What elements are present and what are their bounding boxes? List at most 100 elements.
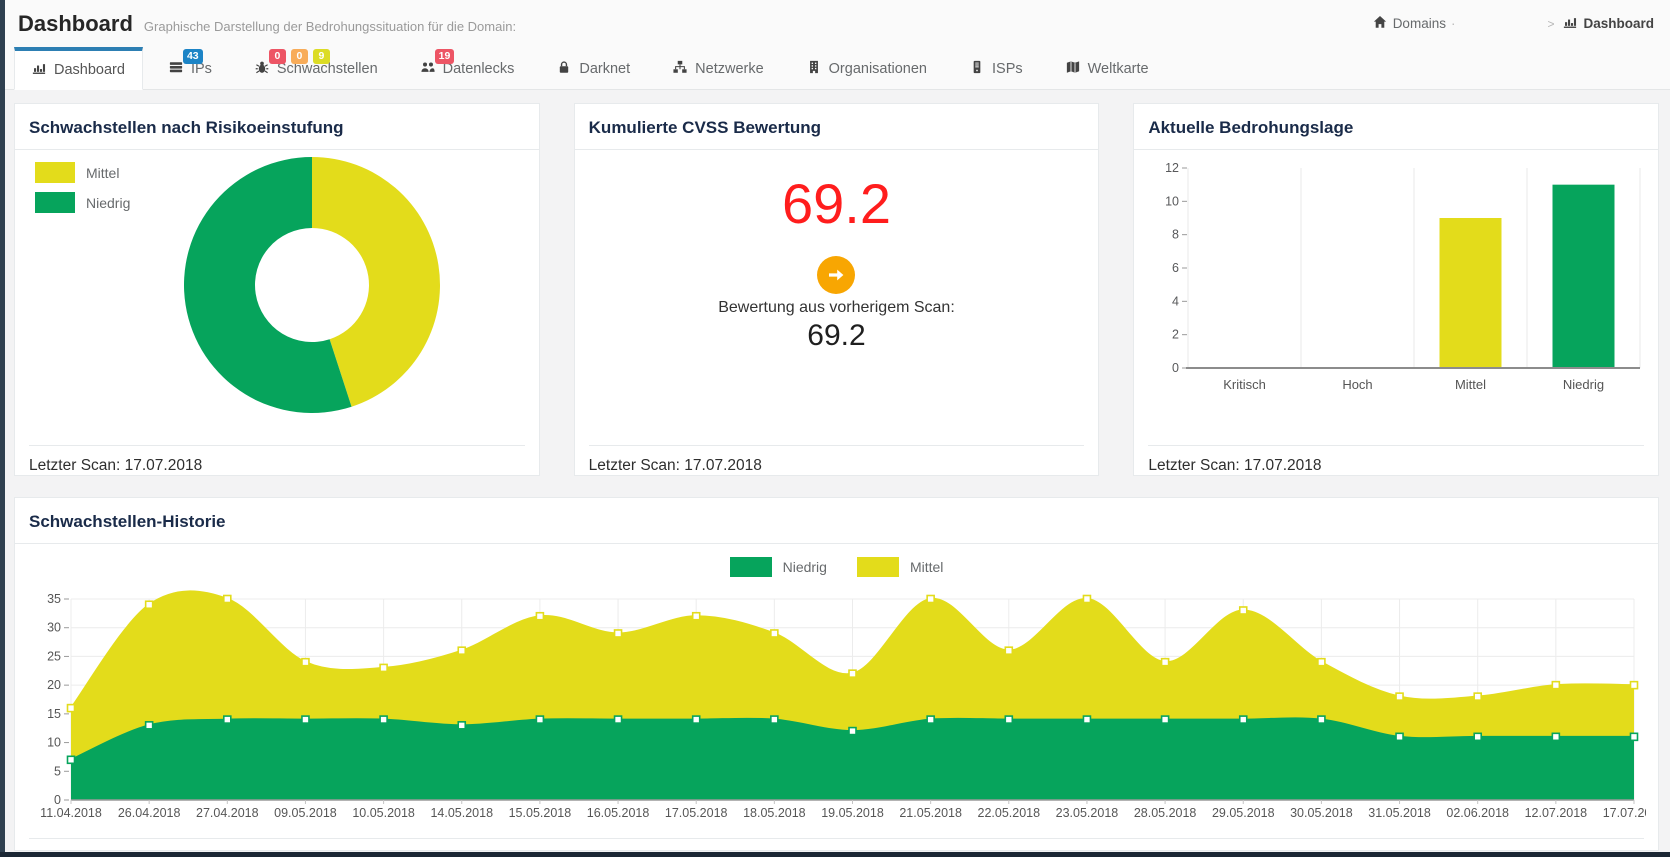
svg-text:26.04.2018: 26.04.2018 (118, 806, 181, 820)
tab-organisationen[interactable]: Organisationen (790, 47, 944, 89)
legend-item-niedrig[interactable]: Niedrig (35, 192, 130, 213)
bar-chart-icon (1563, 15, 1577, 32)
tab-label: Weltkarte (1088, 61, 1149, 77)
svg-text:8: 8 (1172, 228, 1179, 242)
svg-text:10: 10 (1165, 194, 1179, 208)
tab-schwachstellen[interactable]: Schwachstellen009 (238, 47, 395, 89)
breadcrumb-divider-dot: · (1451, 16, 1456, 31)
svg-text:Niedrig: Niedrig (1563, 377, 1604, 392)
history-card-title: Schwachstellen-Historie (29, 512, 226, 531)
content-area: Schwachstellen nach Risikoeinstufung Mit… (5, 90, 1670, 852)
legend-swatch (35, 192, 75, 213)
cvss-card: Kumulierte CVSS Bewertung 69.2 Bewertung… (574, 103, 1100, 476)
threat-card: Aktuelle Bedrohungslage 024681012Kritisc… (1133, 103, 1659, 476)
cvss-card-title: Kumulierte CVSS Bewertung (589, 118, 821, 137)
risk-card-footer: Letzter Scan: 17.07.2018 (29, 445, 525, 475)
svg-text:16.05.2018: 16.05.2018 (587, 806, 650, 820)
svg-text:6: 6 (1172, 261, 1179, 275)
tab-badge: 43 (183, 49, 203, 64)
svg-text:17.05.2018: 17.05.2018 (665, 806, 728, 820)
svg-text:15: 15 (47, 707, 61, 721)
svg-text:30: 30 (47, 621, 61, 635)
tab-label: Netzwerke (695, 61, 764, 77)
threat-bar-chart: 024681012KritischHochMittelNiedrig (1148, 158, 1645, 406)
svg-text:0: 0 (1172, 361, 1179, 375)
building-icon (807, 60, 821, 78)
svg-text:17.07.2018: 17.07.2018 (1603, 806, 1646, 820)
page-title: Dashboard (18, 11, 133, 37)
legend-item-mittel[interactable]: Mittel (857, 557, 943, 577)
tab-darknet[interactable]: Darknet (540, 47, 647, 89)
threat-card-title: Aktuelle Bedrohungslage (1148, 118, 1353, 137)
tab-label: ISPs (992, 61, 1023, 77)
legend-label: Niedrig (86, 195, 130, 211)
bug-icon (255, 60, 269, 78)
last-scan-label: Letzter Scan: 17.07.2018 (29, 457, 202, 474)
tab-bar: DashboardIPs43Schwachstellen009Datenleck… (5, 47, 1670, 90)
svg-text:12: 12 (1165, 161, 1179, 175)
sitemap-icon (673, 60, 687, 78)
svg-text:10: 10 (47, 736, 61, 750)
threat-card-header: Aktuelle Bedrohungslage (1134, 104, 1658, 150)
svg-text:35: 35 (47, 592, 61, 606)
history-area-chart: 0510152025303511.04.201826.04.201827.04.… (27, 579, 1646, 829)
tab-badges: 009 (269, 49, 330, 64)
svg-text:21.05.2018: 21.05.2018 (899, 806, 962, 820)
risk-card-body: Mittel Niedrig (15, 150, 539, 445)
tab-netzwerke[interactable]: Netzwerke (656, 47, 781, 89)
svg-text:11.04.2018: 11.04.2018 (40, 806, 102, 820)
svg-text:4: 4 (1172, 294, 1179, 308)
history-card-footer (29, 838, 1644, 850)
map-icon (1066, 60, 1080, 78)
bottom-cards-row: Schwachstellen-Historie NiedrigMittel 05… (14, 497, 1659, 851)
svg-text:Mittel: Mittel (1455, 377, 1486, 392)
tab-badge: 0 (291, 49, 308, 64)
svg-text:09.05.2018: 09.05.2018 (274, 806, 337, 820)
svg-text:29.05.2018: 29.05.2018 (1212, 806, 1275, 820)
cvss-card-footer: Letzter Scan: 17.07.2018 (589, 445, 1085, 475)
history-legend: Niedrig Mittel (15, 557, 1658, 577)
history-card: Schwachstellen-Historie NiedrigMittel 05… (14, 497, 1659, 851)
history-card-header: Schwachstellen-Historie (15, 498, 1658, 544)
breadcrumb-dashboard[interactable]: Dashboard (1563, 15, 1654, 32)
svg-text:19.05.2018: 19.05.2018 (821, 806, 884, 820)
list-icon (169, 60, 183, 78)
tab-badges: 43 (183, 49, 203, 64)
cvss-card-body: 69.2 Bewertung aus vorherigem Scan: 69.2 (575, 150, 1099, 445)
svg-text:22.05.2018: 22.05.2018 (978, 806, 1041, 820)
cvss-previous-score: 69.2 (807, 319, 865, 353)
cvss-card-header: Kumulierte CVSS Bewertung (575, 104, 1099, 150)
tab-label: Organisationen (829, 61, 927, 77)
svg-text:02.06.2018: 02.06.2018 (1446, 806, 1509, 820)
svg-text:14.05.2018: 14.05.2018 (430, 806, 493, 820)
svg-text:12.07.2018: 12.07.2018 (1525, 806, 1588, 820)
svg-text:30.05.2018: 30.05.2018 (1290, 806, 1353, 820)
tab-ips[interactable]: IPs43 (152, 47, 229, 89)
tab-badge: 0 (269, 49, 286, 64)
risk-card: Schwachstellen nach Risikoeinstufung Mit… (14, 103, 540, 476)
svg-text:15.05.2018: 15.05.2018 (509, 806, 572, 820)
risk-donut-legend: Mittel Niedrig (35, 162, 130, 213)
tab-datenlecks[interactable]: Datenlecks19 (404, 47, 532, 89)
legend-item-mittel[interactable]: Mittel (35, 162, 130, 183)
home-icon (1373, 15, 1387, 32)
breadcrumb: Domains · > Dashboard (1373, 15, 1654, 32)
tab-badge: 9 (313, 49, 330, 64)
tab-isps[interactable]: ISPs (953, 47, 1040, 89)
svg-text:10.05.2018: 10.05.2018 (352, 806, 415, 820)
tab-dashboard[interactable]: Dashboard (14, 47, 143, 90)
breadcrumb-domains[interactable]: Domains (1373, 15, 1446, 32)
svg-text:23.05.2018: 23.05.2018 (1056, 806, 1119, 820)
breadcrumb-dashboard-label: Dashboard (1583, 16, 1654, 31)
svg-text:28.05.2018: 28.05.2018 (1134, 806, 1197, 820)
legend-label: Niedrig (783, 559, 827, 575)
users-icon (421, 60, 435, 78)
svg-text:2: 2 (1172, 328, 1179, 342)
legend-item-niedrig[interactable]: Niedrig (730, 557, 827, 577)
tab-label: Darknet (579, 61, 630, 77)
tab-weltkarte[interactable]: Weltkarte (1049, 47, 1166, 89)
breadcrumb-domains-label: Domains (1393, 16, 1446, 31)
risk-card-header: Schwachstellen nach Risikoeinstufung (15, 104, 539, 150)
svg-text:25: 25 (47, 649, 61, 663)
tab-badges: 19 (435, 49, 455, 64)
